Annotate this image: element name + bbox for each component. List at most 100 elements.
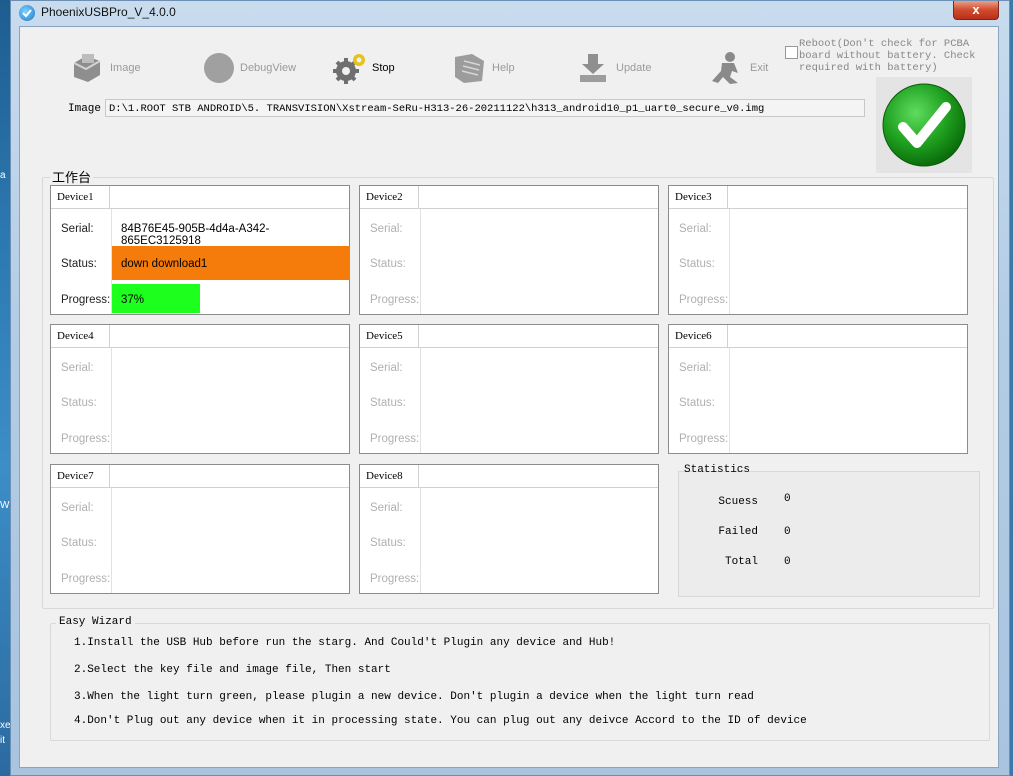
status-label: Status: <box>679 258 715 270</box>
device-name: Device1 <box>57 191 94 203</box>
header-divider <box>418 186 419 208</box>
reboot-label: Reboot(Don't check for PCBA board withou… <box>799 38 976 74</box>
progress-label: Progress: <box>679 433 729 445</box>
progress-label: Progress: <box>61 433 111 445</box>
toolbar-update-button[interactable]: Update <box>576 51 651 85</box>
stat-success-value: 0 <box>784 493 791 505</box>
device-name: Device8 <box>366 470 403 482</box>
toolbar-debugview-button[interactable]: DebugView <box>202 51 296 85</box>
wizard-step: 1.Install the USB Hub before run the sta… <box>74 637 616 649</box>
status-label: Status: <box>370 258 406 270</box>
stat-total-label: Total <box>724 556 758 568</box>
progress-label: Progress: <box>61 573 111 585</box>
device-panel-4: Device4 Serial: Status: Progress: <box>50 324 350 454</box>
toolbar-image-label: Image <box>110 62 141 74</box>
status-label: Status: <box>370 537 406 549</box>
progress-label: Progress: <box>370 433 420 445</box>
image-path-field[interactable]: D:\1.ROOT STB ANDROID\5. TRANSVISION\Xst… <box>105 99 865 117</box>
serial-label: Serial: <box>679 362 712 374</box>
device-name: Device6 <box>675 330 712 342</box>
image-path-label: Image <box>68 103 102 115</box>
toolbar-exit-button[interactable]: Exit <box>710 51 768 85</box>
title-bar[interactable]: PhoenixUSBPro_V_4.0.0 x <box>11 1 1009 25</box>
window-title: PhoenixUSBPro_V_4.0.0 <box>41 5 176 19</box>
status-label: Status: <box>370 397 406 409</box>
workbench-title: 工作台 <box>50 167 94 186</box>
toolbar-exit-label: Exit <box>750 62 769 74</box>
column-divider <box>420 488 421 593</box>
main-panel: Image DebugView Stop Help Update Exit Re… <box>19 26 999 768</box>
header-divider <box>109 186 110 208</box>
wizard-step: 4.Don't Plug out any device when it in p… <box>74 715 807 727</box>
device-header: Device2 <box>360 186 658 209</box>
reboot-option[interactable]: Reboot(Don't check for PCBA board withou… <box>785 38 985 74</box>
device-header: Device3 <box>669 186 967 209</box>
device-panel-5: Device5 Serial: Status: Progress: <box>359 324 659 454</box>
toolbar-stop-button[interactable]: Stop <box>332 51 395 85</box>
progress-value: 37% <box>121 294 145 306</box>
device-header: Device4 <box>51 325 349 348</box>
status-label: Status: <box>61 397 97 409</box>
stat-failed-value: 0 <box>784 526 791 538</box>
column-divider <box>729 209 730 314</box>
app-logo-icon <box>19 5 35 21</box>
easy-wizard-title: Easy Wizard <box>56 616 135 628</box>
desktop-edge-letter: W <box>0 500 10 511</box>
toolbar-update-label: Update <box>616 62 652 74</box>
status-value: down download1 <box>121 258 208 270</box>
stat-total-value: 0 <box>784 556 791 568</box>
running-man-icon <box>712 52 738 84</box>
progress-label: Progress: <box>679 294 729 306</box>
status-label: Status: <box>61 537 97 549</box>
device-panel-6: Device6 Serial: Status: Progress: <box>668 324 968 454</box>
column-divider <box>111 348 112 453</box>
download-arrow-icon <box>580 54 606 82</box>
device-name: Device5 <box>366 330 403 342</box>
device-name: Device3 <box>675 191 712 203</box>
serial-label: Serial: <box>679 223 712 235</box>
device-panel-7: Device7 Serial: Status: Progress: <box>50 464 350 594</box>
status-light <box>876 77 972 173</box>
device-header: Device7 <box>51 465 349 488</box>
device-header: Device8 <box>360 465 658 488</box>
help-book-icon <box>455 54 484 83</box>
serial-label: Serial: <box>61 223 94 235</box>
desktop-edge-letter: a <box>0 170 6 181</box>
header-divider <box>109 465 110 487</box>
status-label: Status: <box>679 397 715 409</box>
progress-label: Progress: <box>370 573 420 585</box>
column-divider <box>111 488 112 593</box>
column-divider <box>420 348 421 453</box>
wizard-step: 3.When the light turn green, please plug… <box>74 691 754 703</box>
reboot-checkbox[interactable] <box>785 46 798 59</box>
device-name: Device4 <box>57 330 94 342</box>
debug-circle-icon <box>204 53 234 83</box>
device-name: Device2 <box>366 191 403 203</box>
device-header: Device1 <box>51 186 349 209</box>
toolbar-stop-label: Stop <box>372 62 395 74</box>
serial-label: Serial: <box>370 223 403 235</box>
toolbar-image-button[interactable]: Image <box>70 51 141 85</box>
device-panel-8: Device8 Serial: Status: Progress: <box>359 464 659 594</box>
wizard-step: 2.Select the key file and image file, Th… <box>74 664 391 676</box>
toolbar-debugview-label: DebugView <box>240 62 297 74</box>
serial-label: Serial: <box>61 362 94 374</box>
toolbar-help-label: Help <box>492 62 515 74</box>
toolbar-help-button[interactable]: Help <box>452 51 515 85</box>
progress-label: Progress: <box>370 294 420 306</box>
status-label: Status: <box>61 258 97 270</box>
device-header: Device6 <box>669 325 967 348</box>
desktop-edge-letter: it <box>0 735 5 746</box>
header-divider <box>109 325 110 347</box>
close-button[interactable]: x <box>953 1 999 20</box>
device-panel-1: Device1 Serial: Status: Progress: 84B76E45-9… <box>50 185 350 315</box>
column-divider <box>420 209 421 314</box>
header-divider <box>727 325 728 347</box>
app-window: PhoenixUSBPro_V_4.0.0 x Image DebugView <box>10 0 1010 776</box>
header-divider <box>418 465 419 487</box>
serial-label: Serial: <box>370 362 403 374</box>
header-divider <box>418 325 419 347</box>
desktop-background-strip: a W xe it <box>0 0 11 776</box>
stat-failed-label: Failed <box>718 526 758 538</box>
device-header: Device5 <box>360 325 658 348</box>
